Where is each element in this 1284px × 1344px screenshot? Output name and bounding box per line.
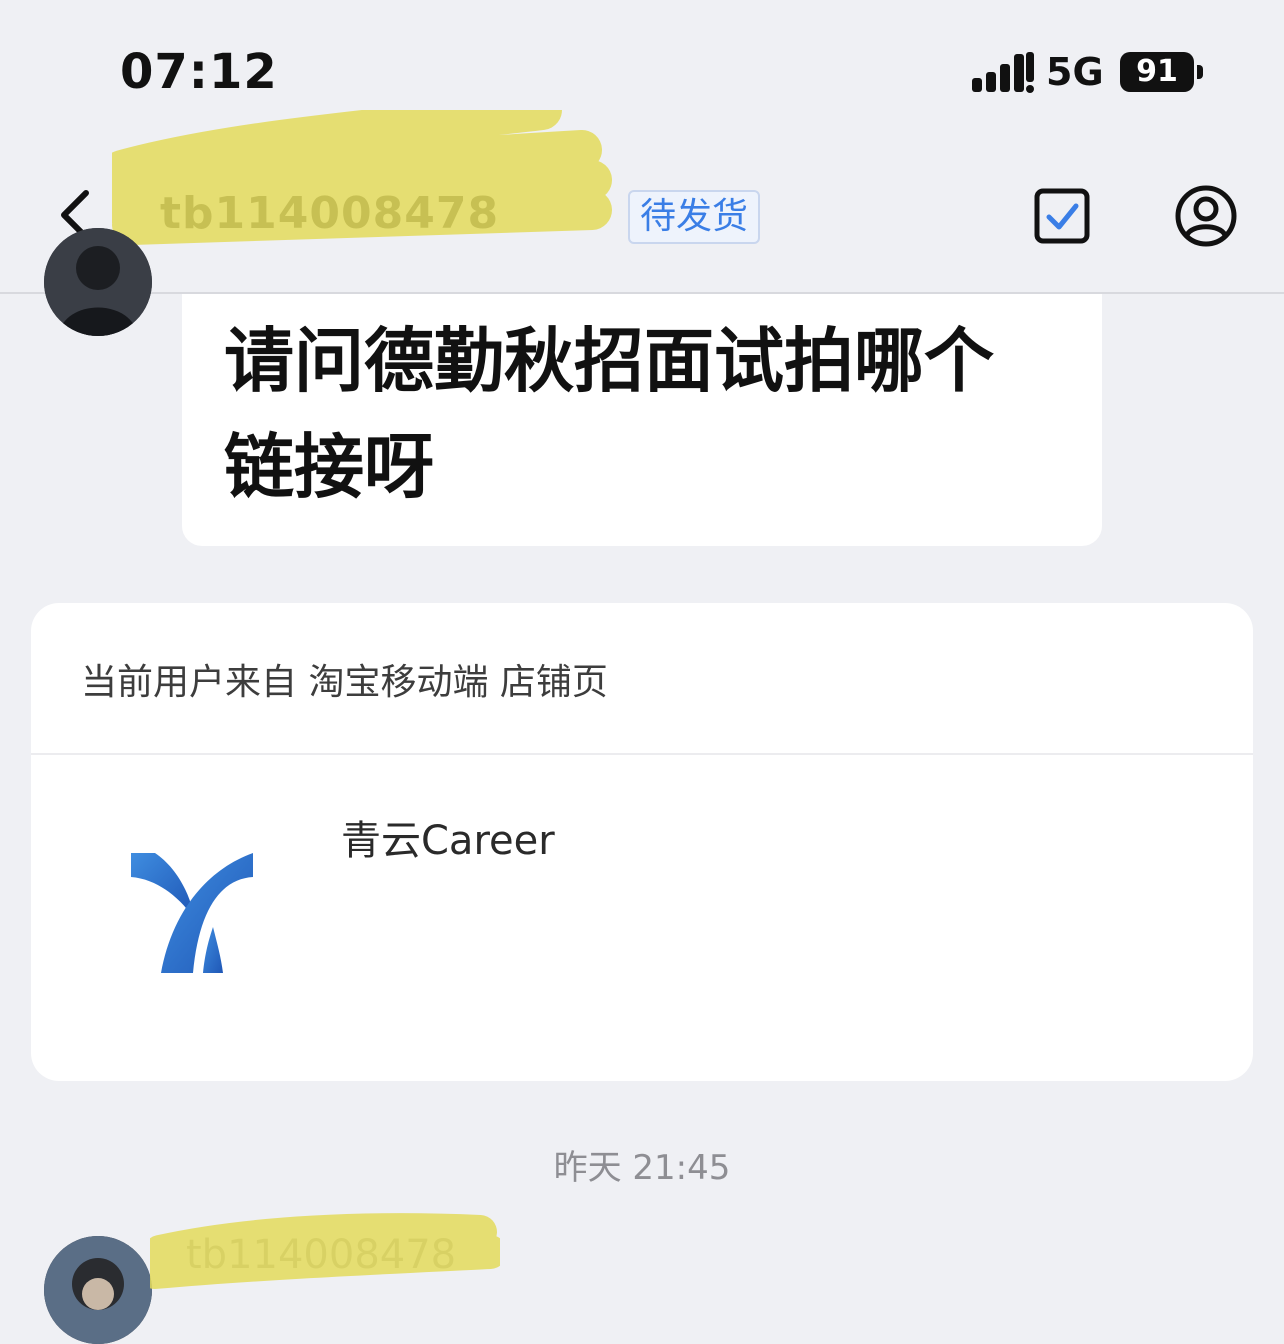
battery-indicator: 91 <box>1120 52 1194 92</box>
sender-avatar-bottom[interactable] <box>44 1236 152 1344</box>
shop-name[interactable]: 青云Career <box>341 808 555 866</box>
user-source-text: 当前用户来自 淘宝移动端 店铺页 <box>81 662 608 703</box>
network-type: 5G <box>1046 50 1104 94</box>
user-profile-icon[interactable] <box>1174 184 1238 248</box>
checkbox-checked-icon[interactable] <box>1034 188 1090 244</box>
order-status-badge: 待发货 <box>628 190 761 244</box>
battery-tip <box>1197 65 1203 79</box>
user-source-card: 当前用户来自 淘宝移动端 店铺页 青云Career <box>31 603 1253 1081</box>
message-bubble[interactable]: 请问德勤秋招面试拍哪个链接呀 <box>182 294 1102 546</box>
message-timestamp: 昨天 21:45 <box>553 1148 731 1188</box>
status-bar: 07:12 5G 91 <box>0 0 1284 140</box>
message-text: 请问德勤秋招面试拍哪个链接呀 <box>224 320 994 508</box>
avatar-image <box>44 228 152 336</box>
sender-avatar[interactable] <box>44 228 152 336</box>
status-time: 07:12 <box>120 44 278 100</box>
avatar-image-bottom <box>44 1236 152 1344</box>
sender-name: tb114008478 <box>186 1232 457 1278</box>
shop-logo[interactable] <box>131 853 255 973</box>
chat-header: tb114008478 待发货 <box>0 110 1284 294</box>
card-divider <box>31 753 1253 755</box>
signal-strength-icon <box>972 52 1034 93</box>
contact-name[interactable]: tb114008478 <box>160 188 499 239</box>
